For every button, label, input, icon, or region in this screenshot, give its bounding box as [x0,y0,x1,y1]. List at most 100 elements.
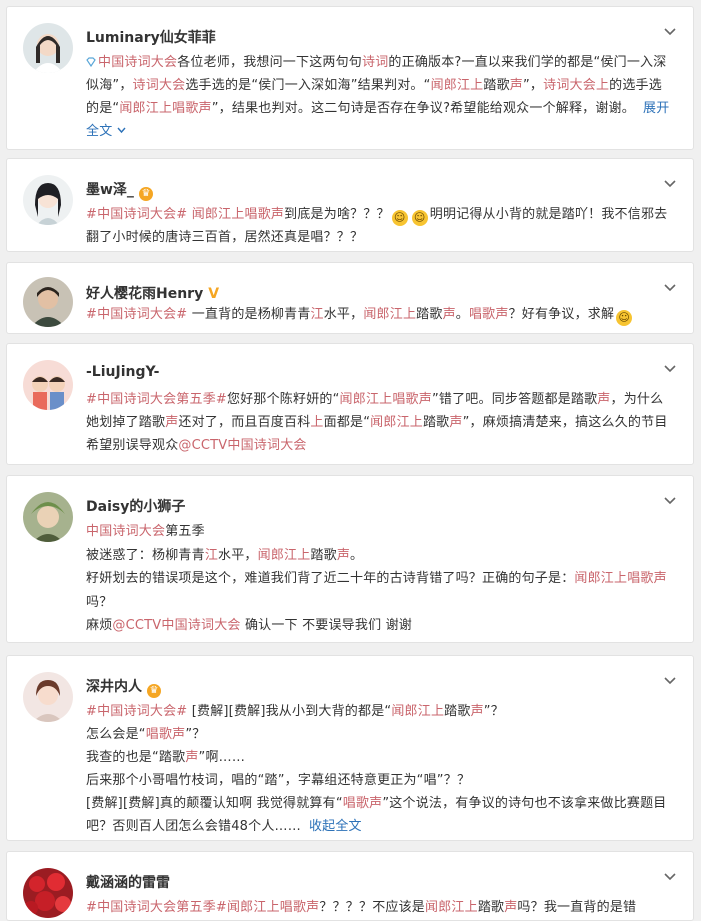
topic-link[interactable]: 闻郎江上 [363,307,416,322]
text-segment: ”？ [483,704,504,719]
topic-link[interactable]: 声 [504,900,517,915]
topic-link[interactable]: 声 [449,415,462,430]
text-segment: 怎么会是“ [86,727,146,742]
collapse-text-link[interactable]: 收起全文 [309,819,362,834]
topic-link[interactable]: 诗词 [362,55,388,70]
chevron-down-icon[interactable] [663,362,677,376]
text-segment: [费解][费解]真的颠覆认知啊 我觉得就算有“ [86,796,343,811]
topic-link[interactable]: 声 [185,750,198,765]
text-segment: 后来那个小哥唱竹枝词，唱的“踏”，字幕组还特意更正为“唱”？？ [86,773,471,788]
text-segment: [费解][费解]我从小到大背的都是“ [187,704,392,719]
chevron-down-icon[interactable] [663,25,677,39]
topic-link[interactable]: 声 [337,548,350,563]
text-segment: ？？？？不应该是 [319,900,425,915]
text-segment: 踏歌 [483,78,510,93]
text-segment: 吗？我一直背的是错 [517,900,637,915]
post-paragraph: 我查的也是“踏歌声”啊…… [86,746,675,769]
text-segment: 吗？ [86,594,113,610]
topic-link[interactable]: #中国诗词大会第五季# [86,392,227,407]
topic-link[interactable]: #中国诗词大会# [86,307,187,322]
post-card: 深井内人 ♛ #中国诗词大会# [费解][费解]我从小到大背的都是“闻郎江上踏歌声… [6,655,694,841]
topic-link[interactable]: @CCTV中国诗词大会 [178,438,306,453]
crown-badge-icon: ♛ [147,684,161,698]
crown-badge-icon: ♛ [138,187,153,201]
text-segment: 踏歌 [416,307,443,322]
post-card: Luminary仙女菲菲 中国诗词大会各位老师，我想问一下这两句句诗词的正确版本… [6,6,694,150]
avatar[interactable] [23,360,73,410]
post-text: 中国诗词大会各位老师，我想问一下这两句句诗词的正确版本?一直以来我们学的都是“侯… [86,51,675,143]
topic-link[interactable]: 声 [471,704,484,719]
topic-link[interactable]: 江 [311,307,324,322]
post-paragraph: 被迷惑了：杨柳青青江水平，闻郎江上踏歌声。 [86,544,675,568]
post-card: Daisy的小狮子 中国诗词大会第五季 被迷惑了：杨柳青青江水平，闻郎江上踏歌声。… [6,475,694,643]
avatar[interactable] [23,868,73,918]
topic-link[interactable]: #中国诗词大会# [86,207,187,222]
topic-link[interactable]: 闻郎江上唱歌声 [192,207,284,222]
topic-link[interactable]: 闻郎江上唱歌声 [119,101,211,116]
topic-link[interactable]: 闻郎江上 [391,704,444,719]
post-text: #中国诗词大会第五季#您好那个陈籽妍的“闻郎江上唱歌声”错了吧。同步答题都是踏歌… [86,388,675,457]
topic-link[interactable]: 闻郎江上 [258,548,311,563]
text-segment: 一直背的是杨柳青青 [187,307,311,322]
chevron-down-icon[interactable] [663,177,677,191]
post-paragraph: [费解][费解]真的颠覆认知啊 我觉得就算有“唱歌声”这个说法，有争议的诗句也不… [86,792,675,838]
topic-link[interactable]: 唱歌声 [343,796,383,811]
topic-link[interactable]: 声 [510,78,523,93]
topic-link[interactable]: 闻郎江上 [425,900,478,915]
text-segment: 水平， [323,307,364,322]
chevron-down-icon[interactable] [663,494,677,508]
topic-link[interactable]: #中国诗词大会第五季#闻郎江上唱歌声 [86,900,319,915]
post-paragraph: 中国诗词大会第五季 [86,520,675,544]
topic-link[interactable]: 闻郎江上唱歌声 [340,392,432,407]
text-segment: 踏歌 [310,547,337,563]
text-segment: 踏歌 [444,704,471,719]
topic-link[interactable]: #中国诗词大会# [86,704,187,719]
emoji-icon: ☺ [616,310,633,326]
avatar[interactable] [23,277,73,327]
text-segment: ”，结果也判对。这二句诗是否存在争议?希望能给观众一个解释，谢谢。 [211,101,635,116]
topic-link[interactable]: 中国诗词大会 [98,55,177,70]
avatar[interactable] [23,175,73,225]
chevron-down-icon[interactable] [663,870,677,884]
text-segment: 面都是“ [323,415,371,430]
topic-link[interactable]: 闻郎江上 [370,415,423,430]
text-segment: 第五季 [165,524,205,539]
topic-link[interactable]: 声 [443,307,456,322]
text-segment: 踏歌 [477,900,505,915]
topic-link[interactable]: 诗词大会上 [543,78,609,93]
username[interactable]: Daisy的小狮子 [86,496,185,516]
topic-link[interactable]: 中国诗词大会 [86,524,165,539]
topic-link[interactable]: 上 [310,415,323,430]
chevron-down-icon[interactable] [663,674,677,688]
diamond-icon [86,57,96,67]
username[interactable]: 戴涵涵的雷雷 [86,872,170,892]
avatar[interactable] [23,672,73,722]
text-segment: 选手选的是“侯门一入深如海”结果判对。“ [185,78,431,93]
topic-link[interactable]: 闻郎江上 [431,78,484,93]
username[interactable]: 好人樱花雨Henry V [86,283,219,303]
text-segment: 确认一下 不要误导我们 谢谢 [240,618,413,633]
topic-link[interactable]: 江 [205,548,218,563]
post-card: 墨w泽_ ♛ #中国诗词大会# 闻郎江上唱歌声到底是为啥？？？ ☺ ☺ 明明记得从小背的… [6,158,694,252]
avatar[interactable] [23,492,73,542]
topic-link[interactable]: 声 [597,392,610,407]
text-segment: 您好那个陈籽妍的“ [227,392,340,407]
topic-link[interactable]: 唱歌声 [469,307,509,322]
username[interactable]: -LiuJingY- [86,364,159,380]
topic-link[interactable]: 声 [165,415,178,430]
username[interactable]: Luminary仙女菲菲 [86,27,221,47]
text-segment: 我查的也是“踏歌 [86,750,186,765]
topic-link[interactable]: 诗词大会 [133,78,186,93]
avatar[interactable] [23,23,73,73]
username[interactable]: 深井内人 ♛ [86,676,161,698]
topic-link[interactable]: 唱歌声 [146,727,186,742]
topic-link[interactable]: 闻郎江上唱歌声 [574,571,666,586]
post-paragraph: 怎么会是“唱歌声”？ [86,723,675,746]
username[interactable]: 墨w泽_ ♛ [86,179,153,201]
chevron-down-icon[interactable] [663,281,677,295]
post-paragraph: 籽妍划去的错误项是这个，难道我们背了近二十年的古诗背错了吗？正确的句子是：闻郎江… [86,567,675,614]
text-segment: 到底是为啥？？？ [284,207,390,222]
post-card: 好人樱花雨Henry V #中国诗词大会# 一直背的是杨柳青青江水平，闻郎江上踏歌… [6,262,694,334]
post-paragraph: 后来那个小哥唱竹枝词，唱的“踏”，字幕组还特意更正为“唱”？？ [86,769,675,792]
topic-link[interactable]: @CCTV中国诗词大会 [112,618,240,633]
